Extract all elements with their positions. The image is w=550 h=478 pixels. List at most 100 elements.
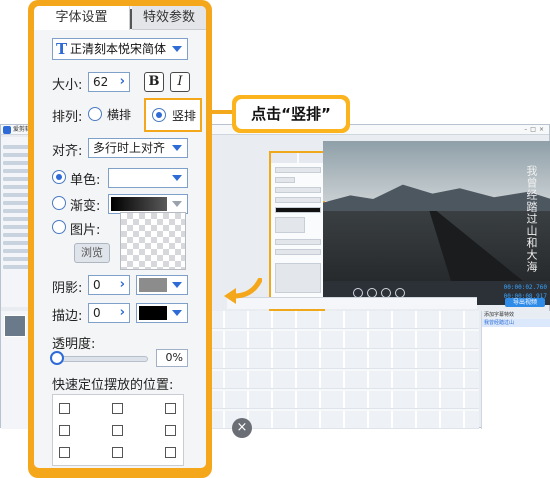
- tree-line[interactable]: [3, 185, 29, 189]
- font-size-input[interactable]: 62 ›: [88, 72, 130, 92]
- position-top-center[interactable]: [112, 403, 123, 414]
- tree-line[interactable]: [3, 193, 29, 197]
- tab-effect-params[interactable]: 特效参数: [132, 6, 206, 30]
- font-family-value: 正清刻本悦宋简体: [70, 42, 167, 56]
- mini-font-select[interactable]: [275, 167, 321, 173]
- shadow-size-value: 0: [93, 278, 101, 292]
- chevron-right-icon[interactable]: ›: [120, 304, 125, 322]
- gradient-radio[interactable]: [52, 196, 66, 210]
- tree-line[interactable]: [3, 161, 29, 165]
- tree-line[interactable]: [3, 209, 29, 213]
- tree-line[interactable]: [3, 177, 29, 181]
- tree-line[interactable]: [3, 201, 29, 205]
- mini-tab-effect[interactable]: [299, 153, 325, 163]
- timeline-track[interactable]: [201, 351, 479, 369]
- vertical-radio[interactable]: [152, 108, 166, 122]
- browse-button[interactable]: 浏览: [74, 243, 110, 263]
- chevron-down-icon: [172, 46, 182, 52]
- solid-color-picker[interactable]: [108, 168, 188, 188]
- subtitle-list-row[interactable]: 我曾经踏过山: [482, 319, 550, 327]
- export-video-button[interactable]: 导出视频: [505, 298, 545, 307]
- font-family-select[interactable]: T 正清刻本悦宋简体: [52, 38, 188, 60]
- stroke-color-fill: [139, 306, 167, 320]
- horizontal-label[interactable]: 横排: [107, 106, 131, 123]
- position-bottom-center[interactable]: [112, 447, 123, 458]
- tree-line[interactable]: [3, 257, 29, 261]
- shadow-color-picker[interactable]: [136, 275, 188, 295]
- mini-gradient-swatch[interactable]: [275, 207, 321, 213]
- shadow-size-input[interactable]: 0 ›: [88, 275, 130, 295]
- image-fill-label: 图片:: [70, 223, 101, 238]
- mini-tab-font[interactable]: [271, 153, 297, 163]
- opacity-label: 透明度:: [52, 337, 96, 352]
- arrange-label: 排列:: [52, 110, 83, 125]
- tab-font-settings[interactable]: 字体设置: [34, 6, 130, 30]
- mini-font-settings-panel: [269, 151, 325, 311]
- chevron-down-icon: [172, 145, 182, 151]
- tree-line[interactable]: [3, 153, 29, 157]
- shadow-label: 阴影:: [52, 281, 83, 296]
- tree-line[interactable]: [3, 265, 29, 269]
- position-middle-left[interactable]: [59, 425, 70, 436]
- opacity-slider-handle[interactable]: [50, 351, 64, 365]
- chevron-down-icon: [172, 282, 182, 288]
- stroke-color-picker[interactable]: [136, 303, 188, 323]
- pointer-arrow-icon: [224, 278, 262, 304]
- tree-line[interactable]: [3, 249, 29, 253]
- mini-stroke-row[interactable]: [275, 249, 321, 255]
- tree-line[interactable]: [3, 217, 29, 221]
- align-value: 多行时上对齐: [93, 141, 166, 155]
- gradient-label: 渐变:: [70, 199, 101, 214]
- stroke-size-input[interactable]: 0 ›: [88, 303, 130, 323]
- position-center[interactable]: [112, 425, 123, 436]
- position-top-right[interactable]: [165, 403, 176, 414]
- quick-position-grid: [52, 394, 184, 466]
- mini-shadow-row[interactable]: [275, 239, 321, 245]
- shadow-color-fill: [139, 278, 167, 292]
- panel-tabs: 字体设置 特效参数: [34, 6, 206, 30]
- tree-line[interactable]: [3, 145, 29, 149]
- position-bottom-right[interactable]: [165, 447, 176, 458]
- vertical-label[interactable]: 竖排: [172, 107, 196, 124]
- position-middle-right[interactable]: [165, 425, 176, 436]
- horizontal-radio[interactable]: [88, 107, 102, 121]
- align-select[interactable]: 多行时上对齐: [88, 138, 188, 158]
- quick-position-label: 快速定位摆放的位置:: [52, 378, 174, 393]
- vertical-option-highlight[interactable]: 竖排: [144, 98, 202, 132]
- tree-line[interactable]: [3, 169, 29, 173]
- tree-line[interactable]: [3, 233, 29, 237]
- image-fill-radio[interactable]: [52, 220, 66, 234]
- timeline-track[interactable]: [201, 331, 479, 349]
- chevron-right-icon[interactable]: ›: [120, 276, 125, 294]
- mini-position-grid: [275, 263, 321, 293]
- mini-align-select[interactable]: [275, 187, 321, 193]
- italic-button[interactable]: I: [170, 72, 190, 92]
- stroke-size-value: 0: [93, 306, 101, 320]
- font-settings-panel-frame: 字体设置 特效参数 T 正清刻本悦宋简体 大小: 62 › B I 排列: 横排…: [28, 0, 212, 478]
- timeline-toolbar: [227, 297, 477, 309]
- solid-color-label: 单色:: [70, 173, 101, 188]
- chevron-right-icon[interactable]: ›: [120, 73, 125, 91]
- align-label: 对齐:: [52, 144, 83, 159]
- tree-line[interactable]: [3, 225, 29, 229]
- position-bottom-left[interactable]: [59, 447, 70, 458]
- mini-size-box[interactable]: [275, 177, 295, 183]
- window-control-icons[interactable]: –□×: [524, 126, 547, 133]
- gradient-color-picker[interactable]: [108, 194, 188, 214]
- close-icon[interactable]: ×: [232, 418, 252, 438]
- bold-button[interactable]: B: [144, 72, 164, 92]
- timeline-track[interactable]: [201, 391, 479, 409]
- video-preview[interactable]: 我曾经踏过山和大海: [323, 141, 550, 281]
- tree-line[interactable]: [3, 241, 29, 245]
- timeline-track[interactable]: [201, 371, 479, 389]
- timeline-track[interactable]: [201, 311, 479, 329]
- mini-color-select[interactable]: [275, 197, 321, 203]
- opacity-value[interactable]: 0%: [156, 349, 188, 367]
- position-top-left[interactable]: [59, 403, 70, 414]
- clip-thumbnail[interactable]: [4, 315, 26, 337]
- vertical-caption-text: 我曾经踏过山和大海: [525, 165, 538, 273]
- solid-color-radio[interactable]: [52, 170, 66, 184]
- opacity-slider-track[interactable]: [52, 356, 148, 362]
- instruction-callout: 点击“竖排”: [232, 95, 350, 133]
- subtitle-list-panel: 添加字幕特效 我曾经踏过山: [481, 311, 550, 429]
